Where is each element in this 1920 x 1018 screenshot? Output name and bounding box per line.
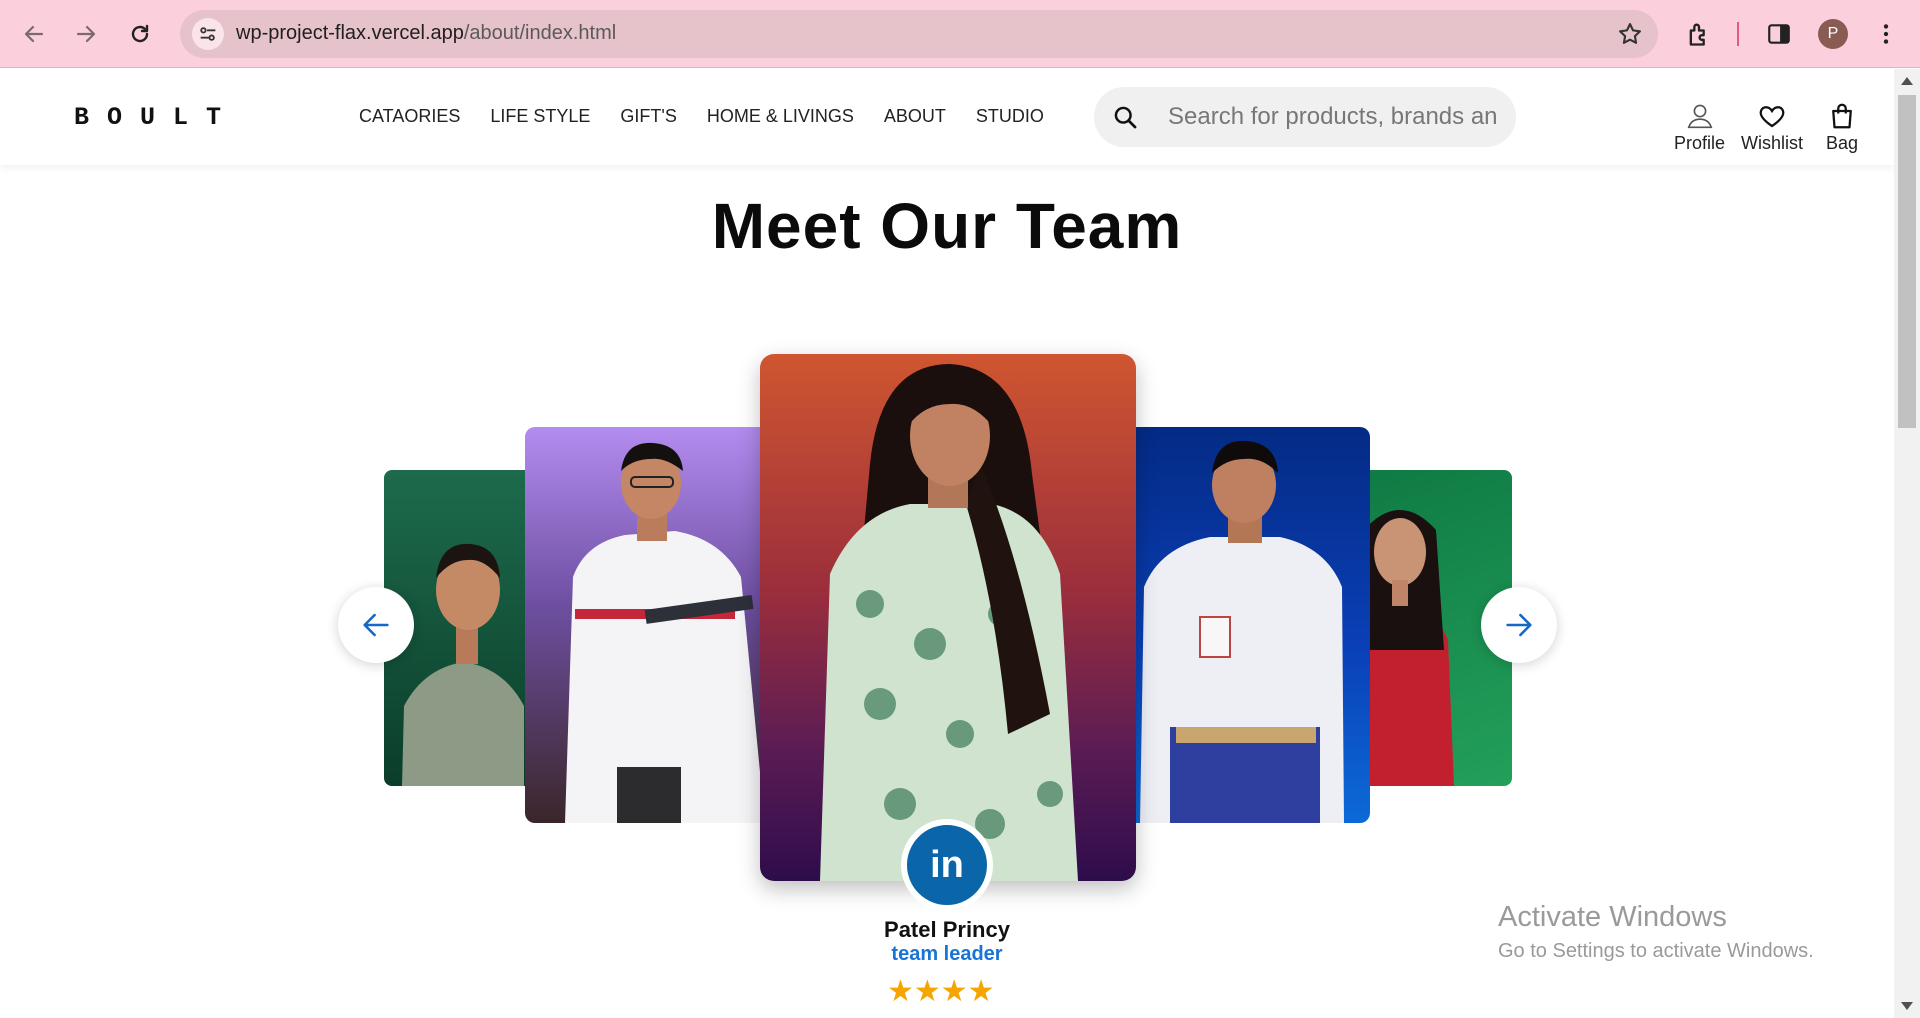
forward-button[interactable] — [64, 12, 108, 56]
url-text: wp-project-flax.vercel.app/about/index.h… — [236, 22, 616, 45]
back-button[interactable] — [12, 12, 56, 56]
scroll-thumb[interactable] — [1898, 95, 1916, 428]
site-header: BOULT CATAORIES LIFE STYLE GIFT'S HOME &… — [0, 69, 1894, 165]
reload-icon — [131, 24, 149, 43]
main-menu: CATAORIES LIFE STYLE GIFT'S HOME & LIVIN… — [359, 106, 1074, 127]
menu-item-home-livings[interactable]: HOME & LIVINGS — [707, 106, 854, 127]
extensions-icon[interactable] — [1681, 16, 1717, 52]
bookmark-star-icon[interactable] — [1616, 20, 1644, 48]
wishlist-label: Wishlist — [1741, 133, 1803, 153]
watermark-subtitle: Go to Settings to activate Windows. — [1498, 940, 1814, 962]
boult-logo[interactable]: BOULT — [74, 103, 239, 132]
menu-item-about[interactable]: ABOUT — [884, 106, 946, 127]
scroll-down-arrow-icon[interactable] — [1901, 1002, 1913, 1010]
bag-action[interactable]: Bag — [1826, 101, 1858, 154]
scroll-up-arrow-icon[interactable] — [1901, 77, 1913, 85]
page-scrollbar[interactable] — [1894, 69, 1920, 1018]
carousel-next-button[interactable] — [1481, 587, 1557, 663]
windows-activation-watermark: Activate Windows Go to Settings to activ… — [1498, 901, 1814, 963]
menu-item-gifts[interactable]: GIFT'S — [620, 106, 676, 127]
heart-icon — [1759, 106, 1785, 128]
user-icon — [1687, 104, 1712, 129]
wishlist-action[interactable]: Wishlist — [1741, 101, 1803, 154]
team-photo-2 — [565, 442, 765, 823]
shopping-bag-icon — [1832, 103, 1852, 129]
url-host: wp-project-flax.vercel.app — [236, 22, 464, 44]
team-photo-4 — [1140, 440, 1344, 823]
search-icon[interactable] — [1112, 104, 1139, 131]
team-card-left[interactable] — [525, 427, 765, 823]
toolbar-divider — [1737, 22, 1739, 46]
linkedin-icon[interactable]: in — [901, 819, 993, 911]
page-viewport: BOULT CATAORIES LIFE STYLE GIFT'S HOME &… — [0, 69, 1894, 1018]
arrow-right-icon — [76, 25, 96, 43]
menu-item-lifestyle[interactable]: LIFE STYLE — [490, 106, 590, 127]
team-photo-3 — [820, 364, 1078, 881]
search-input[interactable] — [1168, 99, 1498, 135]
bag-label: Bag — [1826, 133, 1859, 153]
url-path: /about/index.html — [463, 22, 617, 44]
arrow-right-icon — [1506, 613, 1532, 637]
rating-stars: ★★★★ — [887, 977, 995, 1007]
reload-button[interactable] — [118, 12, 162, 56]
carousel-prev-button[interactable] — [338, 587, 414, 663]
team-card-right[interactable] — [1130, 427, 1370, 823]
rating-star-icons: ★★★★ — [887, 975, 995, 1008]
profile-action[interactable]: Profile — [1674, 101, 1725, 154]
browser-toolbar: wp-project-flax.vercel.app/about/index.h… — [0, 0, 1920, 68]
arrow-left-icon — [24, 25, 44, 43]
profile-avatar[interactable]: P — [1818, 19, 1848, 49]
page-title: Meet Our Team — [711, 190, 1183, 262]
team-card-active[interactable] — [760, 354, 1136, 881]
menu-kebab-icon[interactable] — [1868, 16, 1904, 52]
watermark-title: Activate Windows — [1498, 901, 1727, 933]
menu-item-categories[interactable]: CATAORIES — [359, 106, 460, 127]
menu-item-studio[interactable]: STUDIO — [976, 106, 1044, 127]
side-panel-icon[interactable] — [1761, 16, 1797, 52]
arrow-left-icon — [363, 613, 389, 637]
profile-label: Profile — [1674, 133, 1726, 153]
site-info-icon[interactable] — [192, 18, 224, 50]
address-bar[interactable]: wp-project-flax.vercel.app/about/index.h… — [180, 10, 1658, 58]
search-box — [1094, 87, 1516, 147]
